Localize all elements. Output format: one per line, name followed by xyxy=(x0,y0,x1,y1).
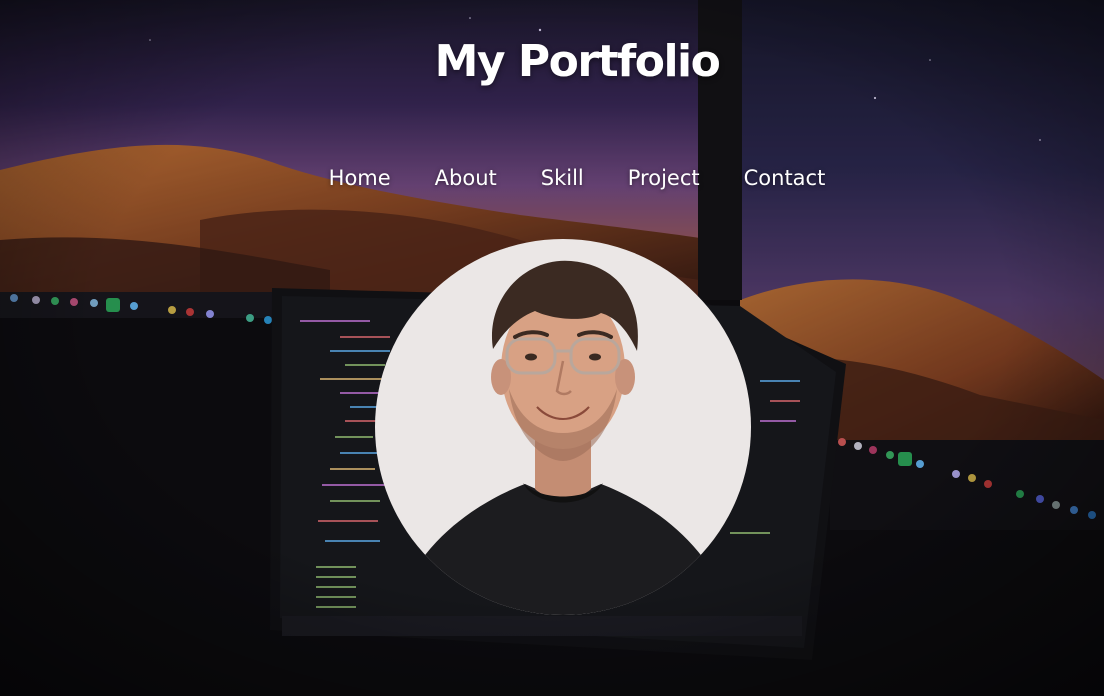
nav-link-project[interactable]: Project xyxy=(606,166,722,190)
nav-link-about[interactable]: About xyxy=(413,166,519,190)
main-nav: Home About Skill Project Contact xyxy=(0,166,1104,190)
hero-section: My Portfolio Home About Skill Project Co… xyxy=(0,0,1104,696)
profile-avatar xyxy=(375,239,751,615)
nav-link-home[interactable]: Home xyxy=(307,166,413,190)
page-title: My Portfolio xyxy=(434,36,721,87)
profile-photo-icon xyxy=(375,239,751,615)
nav-link-contact[interactable]: Contact xyxy=(722,166,848,190)
nav-link-skill[interactable]: Skill xyxy=(519,166,606,190)
